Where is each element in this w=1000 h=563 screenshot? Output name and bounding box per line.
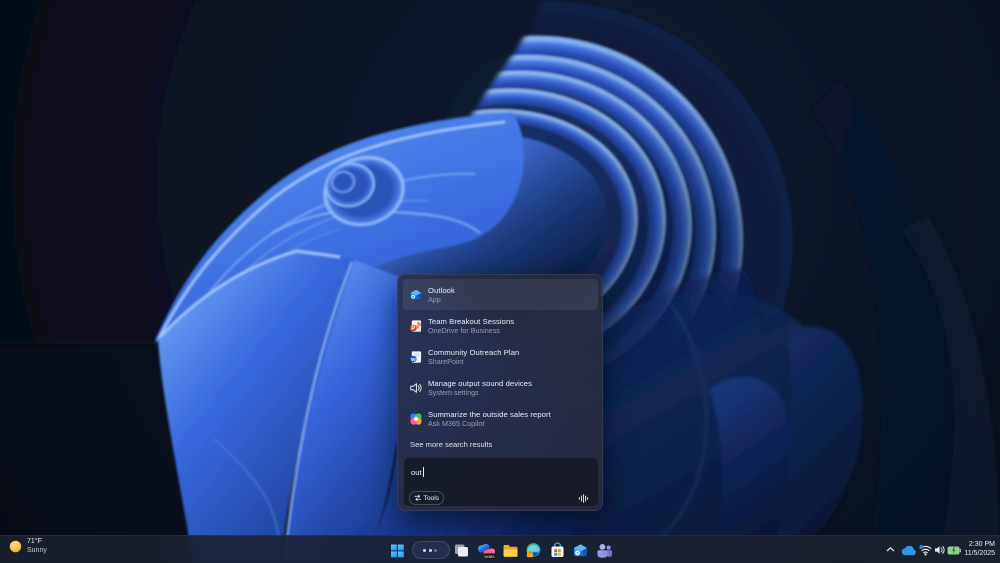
svg-text:W: W xyxy=(411,357,416,363)
svg-text:M365: M365 xyxy=(484,554,495,559)
svg-text:P: P xyxy=(411,326,415,332)
